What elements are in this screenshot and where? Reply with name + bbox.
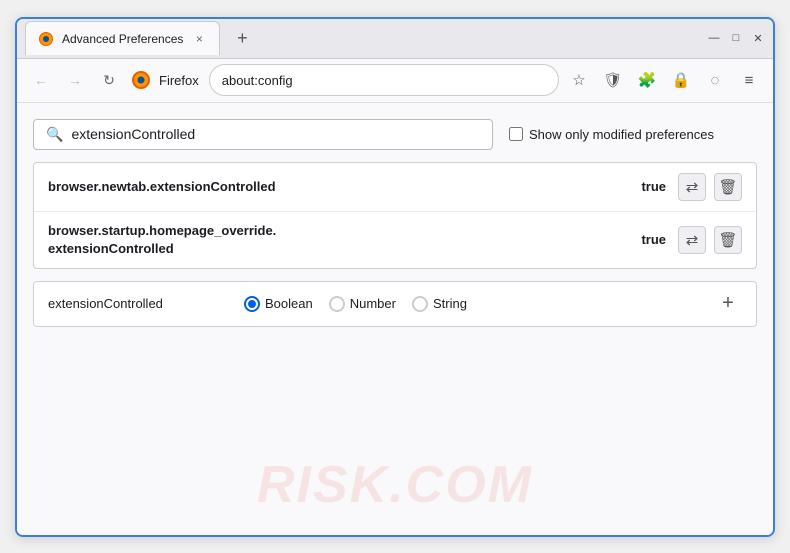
radio-boolean-label: Boolean [265, 296, 313, 311]
pref-actions-1: ⇄ 🗑 [678, 173, 742, 201]
radio-group: Boolean Number String [244, 296, 467, 312]
radio-circle-boolean [244, 296, 260, 312]
content-area: RISK.COM 🔍 Show only modified preference… [17, 103, 773, 535]
account-icon[interactable]: ◌ [701, 66, 729, 94]
forward-button[interactable]: → [61, 66, 89, 94]
search-icon: 🔍 [46, 126, 63, 143]
radio-string-label: String [433, 296, 467, 311]
site-name: Firefox [159, 73, 199, 88]
new-pref-name: extensionControlled [48, 296, 228, 311]
shield-button[interactable]: 🛡 [599, 66, 627, 94]
refresh-button[interactable]: ↻ [95, 66, 123, 94]
nav-bar: ← → ↻ Firefox about:config ☆ 🛡 🧩 🔒 ◌ ≡ [17, 59, 773, 103]
nav-actions: ☆ 🛡 🧩 🔒 ◌ ≡ [565, 66, 763, 94]
title-bar: Advanced Preferences × + — □ ✕ [17, 19, 773, 59]
firefox-favicon [38, 31, 54, 47]
delete-button-2[interactable]: 🗑 [714, 226, 742, 254]
delete-button-1[interactable]: 🗑 [714, 173, 742, 201]
browser-window: Advanced Preferences × + — □ ✕ ← → ↻ Fir… [15, 17, 775, 537]
table-row: browser.startup.homepage_override. exten… [34, 212, 756, 268]
reset-button-1[interactable]: ⇄ [678, 173, 706, 201]
radio-circle-string [412, 296, 428, 312]
pref-name-2-line2: extensionControlled [48, 241, 174, 256]
pref-value-2: true [641, 232, 666, 247]
show-modified-text: Show only modified preferences [529, 127, 714, 142]
show-modified-checkbox-label[interactable]: Show only modified preferences [509, 127, 714, 142]
bookmark-button[interactable]: ☆ [565, 66, 593, 94]
table-row: browser.newtab.extensionControlled true … [34, 163, 756, 212]
pref-name-1: browser.newtab.extensionControlled [48, 179, 629, 194]
add-preference-button[interactable]: + [714, 290, 742, 318]
radio-number[interactable]: Number [329, 296, 396, 312]
show-modified-checkbox[interactable] [509, 127, 523, 141]
pref-value-1: true [641, 179, 666, 194]
new-tab-button[interactable]: + [228, 24, 256, 52]
maximize-button[interactable]: □ [729, 31, 743, 45]
pref-name-2: browser.startup.homepage_override. exten… [48, 222, 629, 258]
browser-tab[interactable]: Advanced Preferences × [25, 21, 220, 55]
search-area: 🔍 Show only modified preferences [33, 119, 757, 150]
pref-actions-2: ⇄ 🗑 [678, 226, 742, 254]
address-bar[interactable]: about:config [209, 64, 559, 96]
radio-number-label: Number [350, 296, 396, 311]
extension-button[interactable]: 🧩 [633, 66, 661, 94]
new-pref-row: extensionControlled Boolean Number Strin… [33, 281, 757, 327]
tab-title: Advanced Preferences [62, 32, 183, 46]
window-controls: — □ ✕ [707, 31, 765, 45]
search-input[interactable] [71, 126, 480, 142]
pref-name-2-line1: browser.startup.homepage_override. [48, 223, 276, 238]
tab-close-button[interactable]: × [191, 31, 207, 47]
reset-button-2[interactable]: ⇄ [678, 226, 706, 254]
radio-boolean[interactable]: Boolean [244, 296, 313, 312]
close-button[interactable]: ✕ [751, 31, 765, 45]
firefox-logo-icon [131, 70, 151, 90]
preferences-table: browser.newtab.extensionControlled true … [33, 162, 757, 269]
minimize-button[interactable]: — [707, 31, 721, 45]
watermark: RISK.COM [257, 455, 533, 515]
radio-circle-number [329, 296, 345, 312]
account-button[interactable]: 🔒 [667, 66, 695, 94]
menu-button[interactable]: ≡ [735, 66, 763, 94]
radio-string[interactable]: String [412, 296, 467, 312]
back-button[interactable]: ← [27, 66, 55, 94]
address-text: about:config [222, 73, 293, 88]
search-wrapper[interactable]: 🔍 [33, 119, 493, 150]
